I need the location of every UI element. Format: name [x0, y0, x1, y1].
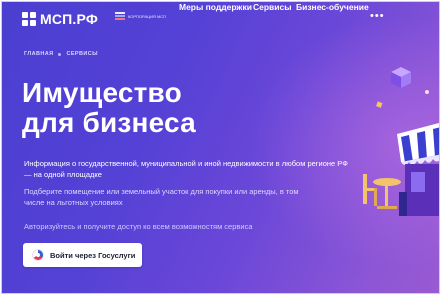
- breadcrumb: ГЛАВНАЯ СЕРВИСЫ: [24, 51, 98, 57]
- breadcrumb-services[interactable]: СЕРВИСЫ: [66, 51, 97, 57]
- nav-services[interactable]: Сервисы: [253, 2, 292, 12]
- breadcrumb-separator: [58, 52, 62, 56]
- auth-hint: Авторизуйтесь и получите доступ ко всем …: [24, 222, 253, 231]
- nav-support-measures[interactable]: Меры поддержки: [179, 2, 252, 12]
- msp-logo-icon: [22, 12, 36, 26]
- awning-icon: [397, 123, 439, 165]
- gosuslugi-logo-icon: [32, 249, 44, 261]
- site-logo[interactable]: МСП.РФ: [22, 11, 98, 27]
- page-title-line1: Имущество: [22, 77, 182, 108]
- hero-description: Информация о государственной, муниципаль…: [24, 159, 348, 179]
- table-icon: [363, 174, 401, 209]
- gosuslugi-login-label: Войти через Госуслуги: [50, 250, 136, 260]
- shop-illustration: [363, 67, 439, 216]
- flag-icon: [115, 12, 125, 20]
- page-title-line2: для бизнеса: [22, 107, 196, 138]
- page-title: Имущество для бизнеса: [22, 78, 196, 138]
- page-frame: МСП.РФ Корпорация МСП Меры поддержки Сер…: [1, 1, 440, 294]
- nav-business-training[interactable]: Бизнес-обучение: [296, 2, 369, 12]
- hero-subdescription: Подберите помещение или земельный участо…: [24, 187, 299, 207]
- floating-cube-icon: [391, 67, 411, 88]
- more-menu-icon[interactable]: •••: [370, 10, 385, 22]
- header: МСП.РФ Корпорация МСП Меры поддержки Сер…: [2, 2, 439, 36]
- gosuslugi-login-button[interactable]: Войти через Госуслуги: [23, 243, 142, 267]
- partner-text: Корпорация МСП: [128, 13, 167, 19]
- breadcrumb-home[interactable]: ГЛАВНАЯ: [24, 51, 53, 57]
- logo-text: МСП.РФ: [40, 11, 99, 27]
- partner-logo[interactable]: Корпорация МСП: [115, 12, 176, 20]
